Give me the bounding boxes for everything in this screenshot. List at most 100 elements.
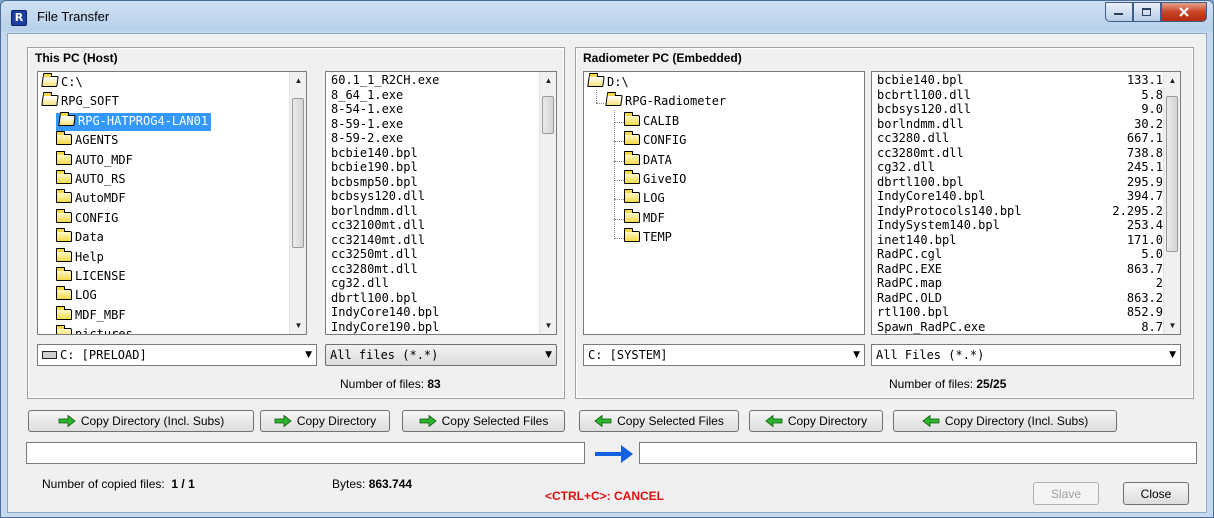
tree-item[interactable]: MDF_MBF <box>56 305 126 325</box>
slave-button[interactable]: Slave <box>1033 482 1099 505</box>
radiometer-drive-select[interactable]: C: [SYSTEM] ▼ <box>583 344 865 366</box>
file-list-item[interactable]: dbrtl100.bpl <box>331 291 418 306</box>
file-list-item[interactable]: bcbrtl100.dll 5.8 <box>877 88 1163 103</box>
close-button[interactable]: Close <box>1123 482 1189 505</box>
file-list-item[interactable]: bcbsys120.dll <box>331 189 425 204</box>
tree-item[interactable]: GiveIO <box>624 170 686 189</box>
radiometer-file-list[interactable]: bcbie140.bpl 133.1 bcbrtl100.dll 5.8 bcbsys1… <box>871 71 1181 335</box>
file-list-item[interactable]: 8-54-1.exe <box>331 102 403 117</box>
file-list-item[interactable]: cc3250mt.dll <box>331 247 418 262</box>
host-filter-select[interactable]: All files (*.*) ▼ <box>325 344 557 366</box>
scroll-down-arrow-icon[interactable]: ▼ <box>290 317 306 334</box>
file-size: 8.7 <box>1141 319 1163 334</box>
file-list-item[interactable]: IndyCore140.bpl 394.7 <box>877 189 1163 204</box>
minimize-button[interactable] <box>1105 2 1133 22</box>
scroll-down-arrow-icon[interactable]: ▼ <box>540 317 556 334</box>
file-list-item[interactable]: 8-59-2.exe <box>331 131 403 146</box>
file-list-item[interactable]: bcbie140.bpl <box>331 146 418 161</box>
scroll-up-arrow-icon[interactable]: ▲ <box>1164 72 1180 89</box>
file-list-item[interactable]: cc32100mt.dll <box>331 218 425 233</box>
host-drive-select[interactable]: C: [PRELOAD] ▼ <box>37 344 317 366</box>
file-list-item[interactable]: bcbie140.bpl 133.1 <box>877 73 1163 88</box>
file-list-item[interactable]: borlndmm.dll 30.2 <box>877 117 1163 132</box>
file-list-item[interactable]: Spawn_RadPC.exe 8.7 <box>877 320 1163 335</box>
copy-selected-files-to-radiometer-button[interactable]: Copy Selected Files <box>402 410 565 432</box>
file-size: 245.1 <box>1126 160 1163 174</box>
file-list-item[interactable]: RadPC.OLD 863.2 <box>877 291 1163 306</box>
tree-item-label: TEMP <box>643 230 672 245</box>
tree-item[interactable]: LICENSE <box>56 267 126 286</box>
tree-item[interactable]: AutoMDF <box>56 189 126 208</box>
file-list-item[interactable]: cg32.dll <box>331 276 389 291</box>
tree-item[interactable]: AUTO_RS <box>56 170 126 189</box>
tree-item[interactable]: Data <box>56 228 104 247</box>
scroll-thumb[interactable] <box>542 96 554 134</box>
file-list-item[interactable]: inet140.bpl 171.0 <box>877 233 1163 248</box>
file-list-item[interactable]: 60.1_1_R2CH.exe <box>331 73 439 88</box>
scroll-thumb[interactable] <box>1166 96 1178 252</box>
tree-item[interactable]: MDF <box>624 208 665 228</box>
source-path-field[interactable] <box>26 442 585 464</box>
file-list-item[interactable]: cc3280.dll 667.1 <box>877 131 1163 146</box>
file-list-item[interactable]: RadPC.cgl 5.0 <box>877 247 1163 262</box>
file-list-item[interactable]: rtl100.bpl 852.9 <box>877 305 1163 320</box>
host-folder-tree[interactable]: C:\ RPG_SOFT RPG-HATPROG4-LAN01 AGENTS AUTO_… <box>37 71 307 335</box>
file-list-item[interactable]: RadPC.map 2 <box>877 276 1163 291</box>
tree-item[interactable]: LOG <box>56 286 97 305</box>
radiometer-folder-tree[interactable]: D:\ RPG-Radiometer CALIB CONFIG DATA GiveIO LO… <box>583 71 865 335</box>
scroll-down-arrow-icon[interactable]: ▼ <box>1164 317 1180 334</box>
title-bar[interactable]: R File Transfer <box>1 1 1213 33</box>
radiometer-filter-select[interactable]: All Files (*.*) ▼ <box>871 344 1181 366</box>
copy-selected-files-to-host-button[interactable]: Copy Selected Files <box>579 410 739 432</box>
tree-item[interactable]: AUTO_MDF <box>56 150 133 170</box>
host-files-scrollbar[interactable]: ▲ ▼ <box>539 72 556 334</box>
file-list-item[interactable]: 8_64_1.exe <box>331 88 403 103</box>
tree-item[interactable]: CALIB <box>624 111 679 131</box>
file-list-item[interactable]: IndySystem140.bpl 253.4 <box>877 218 1163 233</box>
file-list-item[interactable]: bcbie190.bpl <box>331 160 418 175</box>
tree-item[interactable]: RPG-Radiometer <box>605 93 726 111</box>
file-list-item[interactable]: RadPC.EXE 863.7 <box>877 262 1163 277</box>
file-list-item[interactable]: IndyProtocols140.bpl 2.295.2 <box>877 204 1163 219</box>
file-list-item[interactable]: IndyCore190.bpl <box>331 320 439 335</box>
tree-item[interactable]: Help <box>56 247 104 267</box>
tree-item[interactable]: pictures <box>56 325 133 334</box>
tree-item[interactable]: CONFIG <box>56 208 118 228</box>
maximize-button[interactable] <box>1133 2 1161 22</box>
scroll-thumb[interactable] <box>292 98 304 248</box>
tree-item[interactable]: C:\ <box>41 74 83 92</box>
copy-directory-to-radiometer-button[interactable]: Copy Directory <box>260 410 390 432</box>
close-window-button[interactable] <box>1161 2 1207 22</box>
copy-directory-incl-subs-to-host-button[interactable]: Copy Directory (Incl. Subs) <box>893 410 1117 432</box>
copy-directory-to-host-button[interactable]: Copy Directory <box>749 410 883 432</box>
tree-item[interactable]: D:\ <box>587 74 629 92</box>
file-list-item[interactable]: bcbsys120.dll 9.0 <box>877 102 1163 117</box>
copy-directory-incl-subs-to-radiometer-button[interactable]: Copy Directory (Incl. Subs) <box>28 410 254 432</box>
destination-path-field[interactable] <box>639 442 1197 464</box>
tree-item[interactable]: TEMP <box>624 228 672 247</box>
host-drive-value: C: [PRELOAD] <box>60 348 147 362</box>
file-list-item[interactable]: cc3280mt.dll <box>331 262 418 277</box>
file-list-item[interactable]: bcbsmp50.bpl <box>331 175 418 190</box>
radiometer-files-scrollbar[interactable]: ▲ ▼ <box>1163 72 1180 334</box>
tree-item[interactable]: RPG_SOFT <box>41 93 119 111</box>
scroll-up-arrow-icon[interactable]: ▲ <box>290 72 306 89</box>
file-name: bcbsys120.dll <box>877 102 971 116</box>
file-list-item[interactable]: borlndmm.dll <box>331 204 418 219</box>
file-list-item[interactable]: cc32140mt.dll <box>331 233 425 248</box>
file-list-item[interactable]: IndyCore140.bpl <box>331 305 439 320</box>
host-file-list[interactable]: 60.1_1_R2CH.exe 8_64_1.exe 8-54-1.exe 8-59-… <box>325 71 557 335</box>
scroll-up-arrow-icon[interactable]: ▲ <box>540 72 556 89</box>
file-list-item[interactable]: cg32.dll 245.1 <box>877 160 1163 175</box>
file-list-item[interactable]: 8-59-1.exe <box>331 117 403 132</box>
tree-item[interactable]: CONFIG <box>624 131 686 150</box>
window-controls <box>1105 2 1207 22</box>
tree-item[interactable]: RPG-HATPROG4-LAN01 <box>56 112 212 131</box>
tree-item[interactable]: DATA <box>624 150 672 170</box>
file-list-item[interactable]: dbrtl100.bpl 295.9 <box>877 175 1163 190</box>
tree-item[interactable]: LOG <box>624 189 665 208</box>
arrow-right-icon <box>58 415 76 427</box>
host-tree-scrollbar[interactable]: ▲ ▼ <box>289 72 306 334</box>
file-list-item[interactable]: cc3280mt.dll 738.8 <box>877 146 1163 161</box>
tree-item[interactable]: AGENTS <box>56 131 118 150</box>
